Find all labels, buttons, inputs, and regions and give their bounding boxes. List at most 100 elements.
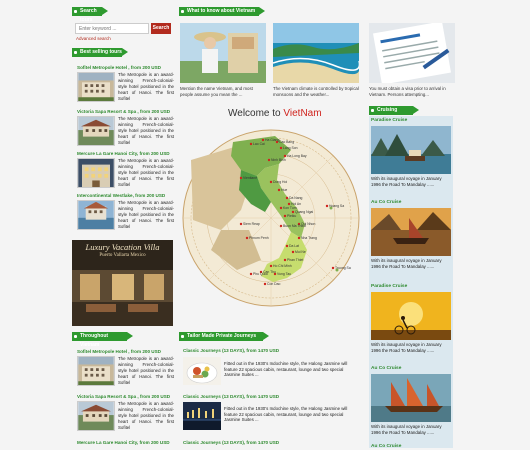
map-city-label[interactable]: Quang Ngai [295,210,313,214]
cruise-title[interactable]: Au Co Cruise [371,444,401,449]
map-city-marker[interactable] [297,236,301,240]
map-city-marker[interactable] [283,258,287,262]
map-city-marker[interactable] [249,142,253,146]
journey-description: Fitted out in the 1930's Indochine style… [224,361,348,378]
map-city-label[interactable]: Ho Chi Minh [273,264,292,268]
map-city-marker[interactable] [325,204,329,208]
page: Search tours Search Advanced search Best… [0,0,530,450]
map-city-label[interactable]: Da Lat [289,244,299,248]
cruise-title[interactable]: Au Co Cruise [371,200,401,205]
map-city-label[interactable]: Ninh Binh [271,158,286,162]
hotel-title[interactable]: Intercontinental Westlake, from 200 USD [77,193,165,198]
journey-title[interactable]: Classic Journeys (13 DAYS), from 1470 US… [183,348,279,353]
map-city-label[interactable]: Mui Ne [295,250,306,254]
map-city-label[interactable]: Phan Thiet [287,258,303,262]
hotel-title[interactable]: Victoria Sapa Resort & Spa , from 200 US… [77,394,170,399]
map-city-marker[interactable] [331,266,335,270]
search-tours-header: Search tours [72,7,108,23]
map-city-marker[interactable] [263,282,267,286]
hotel-description: The Metropole is an award-winning French… [118,158,174,187]
map-city-label[interactable]: Phnom Penh [249,236,269,240]
hotel-title[interactable]: Sofitel Metropole Hotel , from 200 USD [77,349,161,354]
map-city-marker[interactable] [239,222,243,226]
map-city-marker[interactable] [267,158,271,162]
info-image-beach[interactable] [273,23,359,83]
hotel-title[interactable]: Mercure La Gare Hanoi City, from 200 USD [77,440,170,445]
throughout-vietnam-header: Throughout Vietnam [72,332,133,348]
map-city-label[interactable]: Ha Long Bay [287,154,307,158]
map-city-marker[interactable] [287,202,291,206]
map-city-label[interactable]: Truong Sa [335,266,351,270]
tailor-made-header: Tailor Made Private Journeys [179,332,269,341]
cruise-title[interactable]: Paradise Cruise [371,118,407,123]
info-image-form[interactable] [369,23,455,83]
map-city-label[interactable]: Con Dao [267,282,280,286]
map-city-label[interactable]: Lang Son [283,146,298,150]
cruise-description: With its inaugural voyage in January 199… [371,424,442,435]
map-city-label[interactable]: Hoang Sa [329,204,344,208]
journey-description: Fitted out in the 1930's Indochine style… [224,406,348,423]
map-city-marker[interactable] [283,154,287,158]
map-city-marker[interactable] [279,146,283,150]
map-city-marker[interactable] [277,188,281,192]
vietnam-map[interactable]: Lao CaiHa Giang Cao Bang Lang Son Ha Long B… [181,120,361,316]
map-city-marker[interactable] [239,176,243,180]
hotel-image[interactable] [77,72,115,102]
hotel-title[interactable]: Sofitel Metropole Hotel , from 200 USD [77,65,161,70]
banner-subtitle: Puerto Vallarta Mexico [99,253,146,258]
map-city-label[interactable]: Hue [281,188,287,192]
map-city-marker[interactable] [291,250,295,254]
map-city-label[interactable]: Ha Giang [265,138,279,142]
map-city-marker[interactable] [269,264,273,268]
hotel-image[interactable] [77,356,115,386]
map-city-marker[interactable] [279,206,283,210]
hotel-title[interactable]: Mercure La Gare Hanoi City, from 200 USD [77,151,170,156]
map-city-marker[interactable] [245,236,249,240]
cruise-description: With its inaugural voyage in January 199… [371,342,442,353]
journey-title[interactable]: Classic Journeys (13 DAYS), from 1470 US… [183,440,279,445]
hotel-image[interactable] [77,401,115,431]
cruise-title[interactable]: Paradise Cruise [371,284,407,289]
map-city-label[interactable]: Dong Hoi [273,180,287,184]
map-city-marker[interactable] [249,272,253,276]
map-city-marker[interactable] [291,210,295,214]
map-city-marker[interactable] [283,214,287,218]
cruise-title[interactable]: Au Co Cruise [371,366,401,371]
hotel-title[interactable]: Victoria Sapa Resort & Spa , from 200 US… [77,109,170,114]
map-city-label[interactable]: Siem Reap [243,222,260,226]
map-city-marker[interactable] [279,224,283,228]
map-city-marker[interactable] [285,196,289,200]
journey-image[interactable] [183,357,221,385]
map-city-label[interactable]: Pleiku [287,214,296,218]
map-city-label[interactable]: Phu Quoc [253,272,268,276]
cruise-image[interactable] [371,374,451,422]
map-city-label[interactable]: Lao Cai [253,142,265,146]
cruise-image[interactable] [371,208,451,256]
map-city-marker[interactable] [285,244,289,248]
advanced-search-link[interactable]: Advanced search [76,36,111,41]
map-city-marker[interactable] [261,138,265,142]
hotel-image[interactable] [77,116,115,146]
map-city-label[interactable]: Vientiane [243,176,257,180]
journey-image[interactable] [183,402,221,430]
map-city-label[interactable]: Vung Tau [277,272,291,276]
hotel-image[interactable] [77,200,115,230]
map-city-label[interactable]: Buon Ma Thuot [283,224,306,228]
search-button[interactable]: Search [151,23,171,34]
info-image-people[interactable] [180,23,266,83]
search-input[interactable] [75,23,149,34]
map-city-marker[interactable] [269,180,273,184]
hotel-description: The Metropole is an award-winning French… [118,356,174,385]
map-city-label[interactable]: Nha Trang [301,236,317,240]
cruise-image[interactable] [371,126,451,174]
hotel-image[interactable] [77,158,115,188]
cruise-image[interactable] [371,292,451,340]
map-city-label[interactable]: Kon Tum [283,206,297,210]
cruise-description: With its inaugural voyage in January 199… [371,258,442,269]
luxury-villa-banner[interactable]: Luxury Vacation Villa Puerto Vallarta Me… [72,240,173,326]
info-caption: The Vietnam climate is controlled by tro… [273,86,359,97]
what-to-know-header: What to know about Vietnam [179,7,265,16]
map-city-label[interactable]: Da Nang [289,196,302,200]
journey-title[interactable]: Classic Journeys (13 DAYS), from 1470 US… [183,394,279,399]
map-city-label[interactable]: Cao Bang [279,140,294,144]
